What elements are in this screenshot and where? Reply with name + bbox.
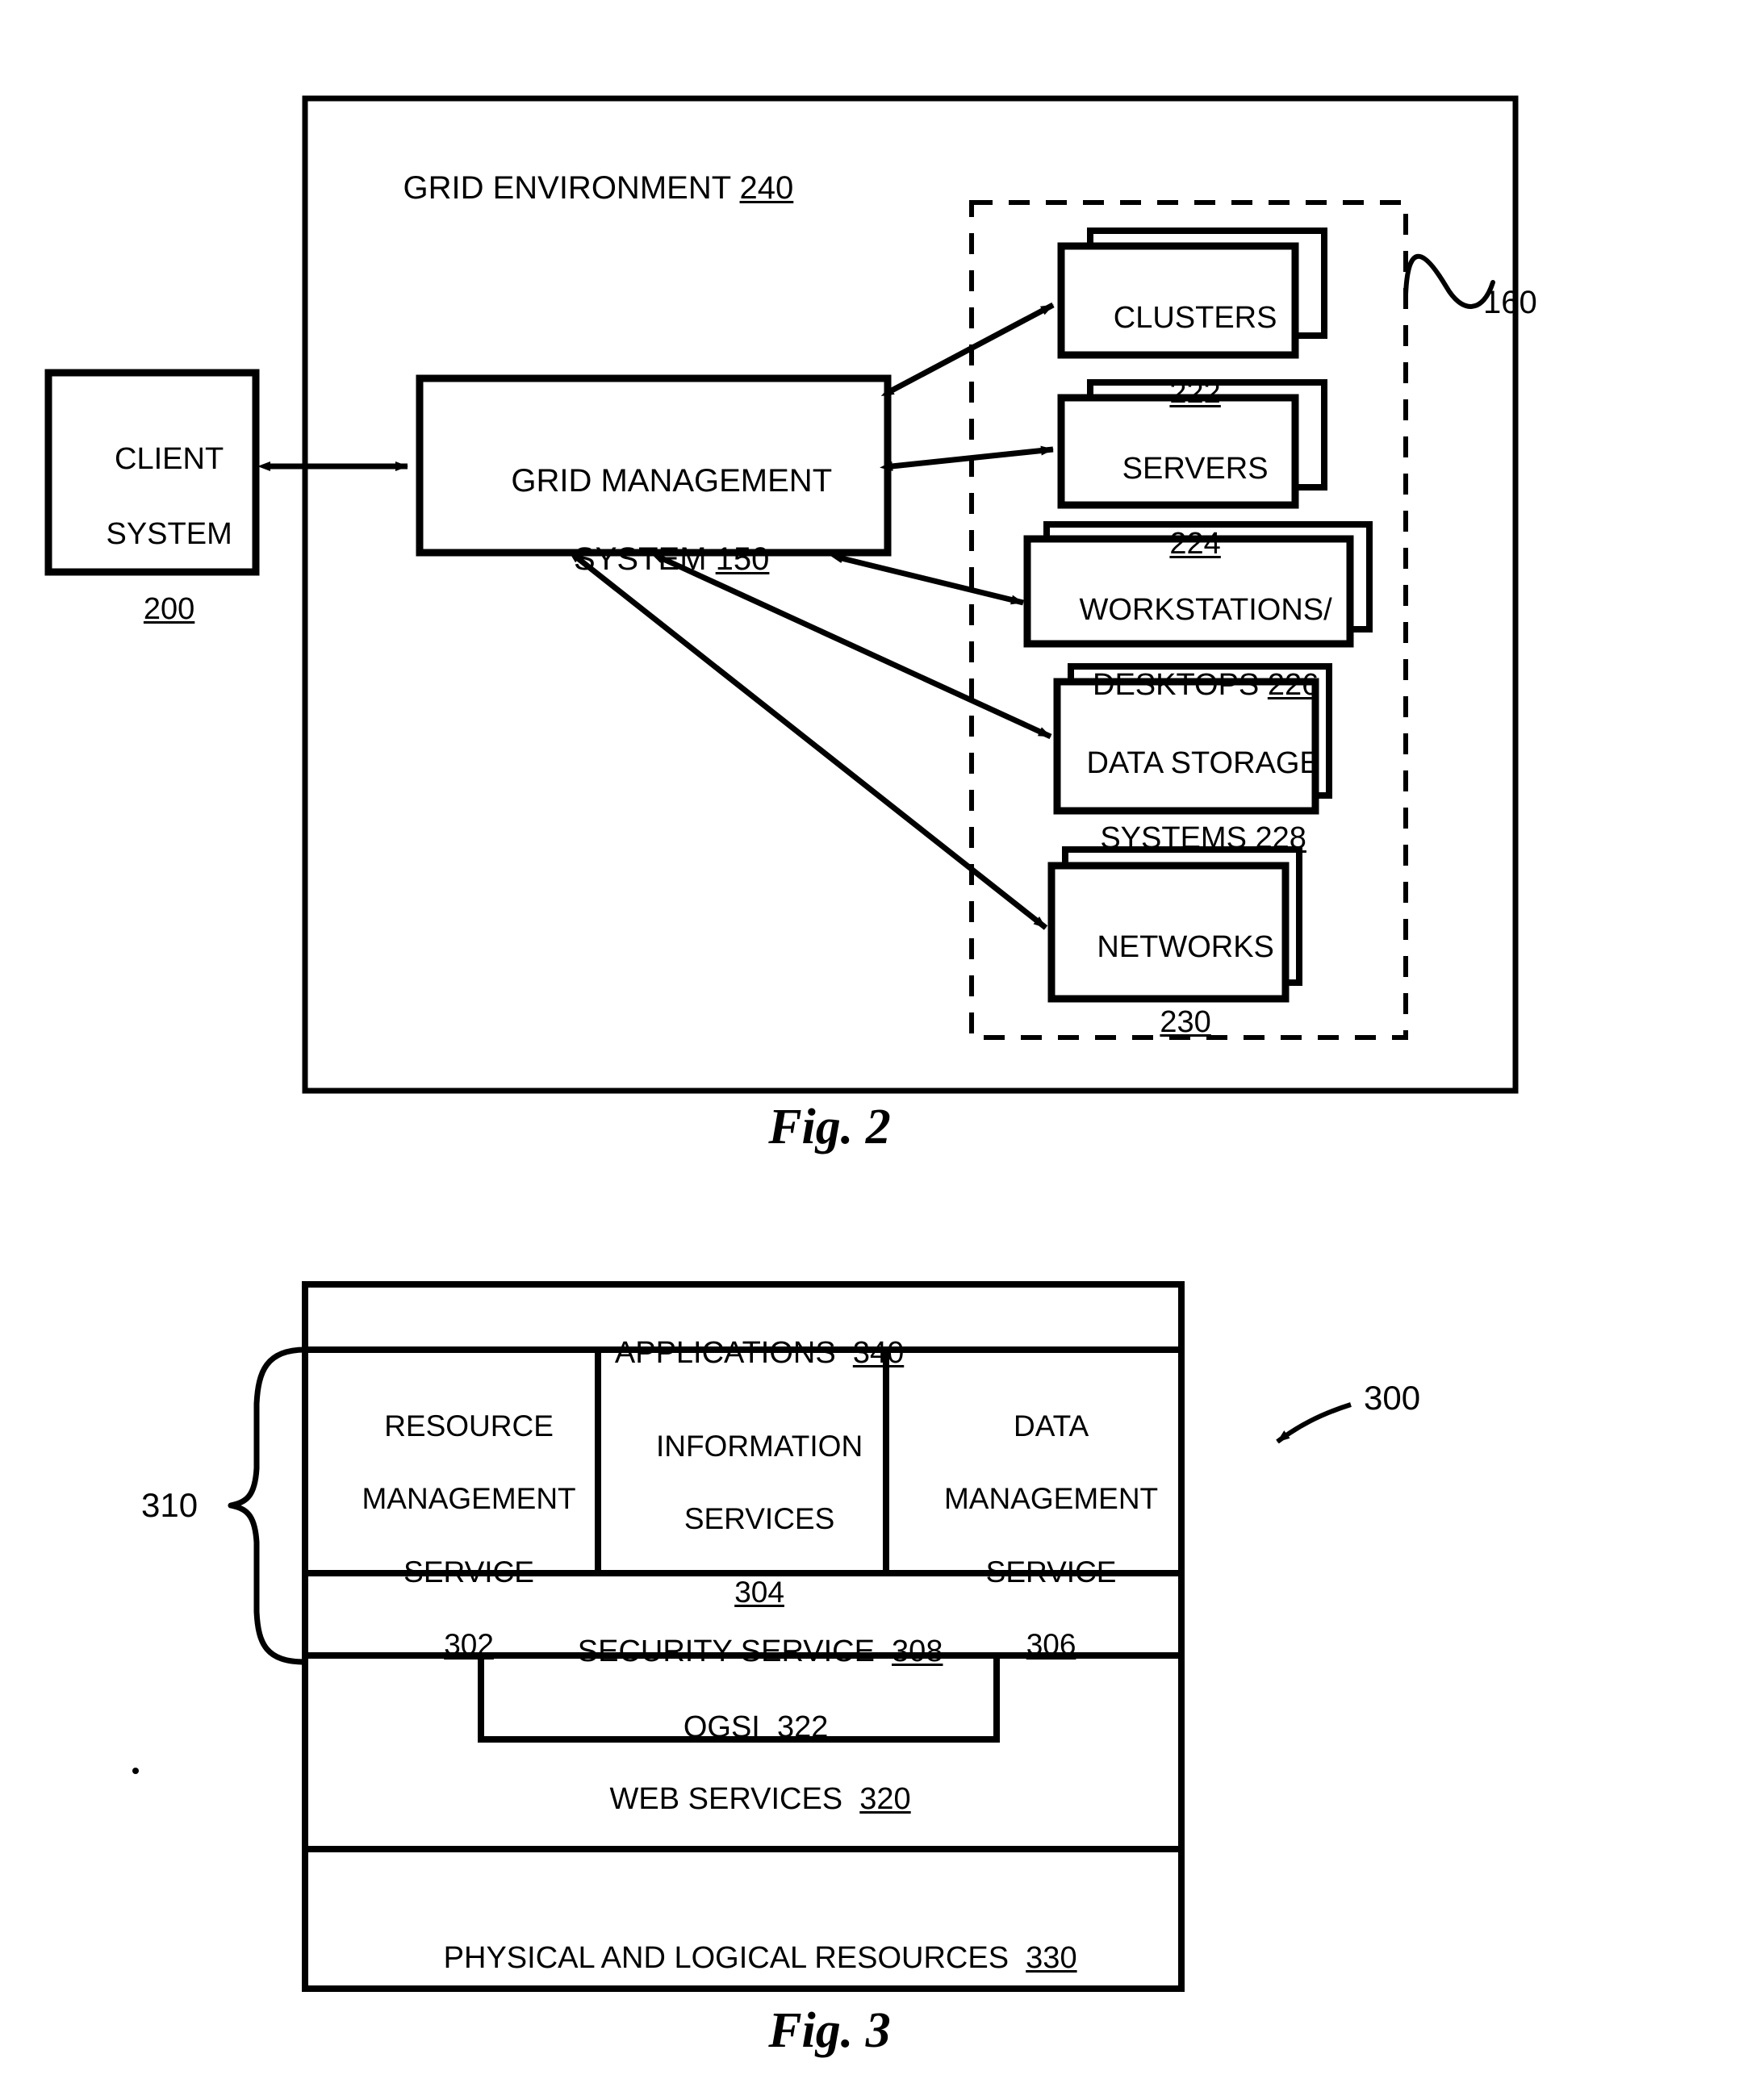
physical-ref: 330 xyxy=(1026,1941,1077,1976)
ogsi-ref: 322 xyxy=(776,1710,829,1745)
info-line1: INFORMATION xyxy=(655,1430,863,1463)
grid-environment-title: GRID ENVIRONMENT 240 xyxy=(367,129,793,247)
workstations-ref: 226 xyxy=(1267,668,1319,703)
grid-environment-label: GRID ENVIRONMENT xyxy=(403,169,731,206)
grid-management-system-text: GRID MANAGEMENT SYSTEM 150 xyxy=(420,422,888,619)
security-ref: 308 xyxy=(892,1634,943,1669)
workstations-line2: DESKTOPS xyxy=(1093,668,1260,703)
web-services-text: WEB SERVICES 320 xyxy=(305,1743,1181,1856)
client-system-ref: 200 xyxy=(143,591,195,626)
brace-310 xyxy=(228,1346,308,1665)
rms-line2: MANAGEMENT xyxy=(362,1482,576,1516)
patent-drawing-sheet: GRID ENVIRONMENT 240 CLIENT SYSTEM 200 G… xyxy=(0,0,1739,2100)
grid-environment-ref: 240 xyxy=(739,169,794,206)
info-line2: SERVICES xyxy=(683,1502,835,1536)
gms-line1: GRID MANAGEMENT xyxy=(511,462,833,499)
networks-label: NETWORKS xyxy=(1097,930,1274,965)
arrow-gms-clusters xyxy=(880,302,1055,397)
workstations-line1: WORKSTATIONS/ xyxy=(1079,593,1332,628)
dms-line2: MANAGEMENT xyxy=(943,1482,1159,1516)
rms-line1: RESOURCE xyxy=(384,1409,554,1443)
physical-resources-text: PHYSICAL AND LOGICAL RESOURCES 330 xyxy=(305,1902,1181,2014)
fig2-caption: Fig. 2 xyxy=(768,1100,891,1154)
networks-text: NETWORKS 230 xyxy=(1051,891,1285,1079)
rms-line3: SERVICE xyxy=(403,1555,534,1589)
clusters-label: CLUSTERS xyxy=(1113,301,1277,336)
fig3-caption: Fig. 3 xyxy=(768,2003,891,2058)
web-services-label: WEB SERVICES xyxy=(609,1782,843,1817)
applications-label: APPLICATIONS xyxy=(614,1336,836,1371)
security-label: SECURITY SERVICE xyxy=(577,1634,875,1669)
web-services-ref: 320 xyxy=(859,1782,911,1817)
ogsi-label: OGSI xyxy=(683,1710,760,1745)
dms-line1: DATA xyxy=(1013,1409,1089,1443)
client-system-line1: CLIENT xyxy=(115,442,224,477)
data-storage-line1: DATA STORAGE xyxy=(1086,746,1320,781)
boundary-ref-160: 160 xyxy=(1483,285,1537,320)
applications-ref: 340 xyxy=(852,1336,905,1371)
client-system-line2: SYSTEM xyxy=(106,517,232,552)
scan-speck xyxy=(132,1768,139,1774)
networks-ref: 230 xyxy=(1160,1005,1211,1040)
gms-line2: SYSTEM xyxy=(574,541,707,578)
arrow-gms-servers xyxy=(880,445,1054,471)
brace-ref-310: 310 xyxy=(141,1486,199,1524)
gms-ref: 150 xyxy=(715,541,770,578)
dms-line3: SERVICE xyxy=(985,1555,1117,1589)
data-storage-ref: 228 xyxy=(1255,821,1306,856)
physical-label: PHYSICAL AND LOGICAL RESOURCES xyxy=(443,1941,1010,1976)
client-system-text: CLIENT SYSTEM 200 xyxy=(48,403,256,666)
clusters-ref: 222 xyxy=(1169,376,1221,411)
boundary-leader-160 xyxy=(1403,253,1495,309)
data-storage-text: DATA STORAGE SYSTEMS 228 xyxy=(1049,708,1323,895)
stack-ref-300: 300 xyxy=(1364,1379,1421,1417)
servers-label: SERVERS xyxy=(1122,452,1269,486)
data-storage-line2: SYSTEMS xyxy=(1100,821,1247,856)
stack-leader-300 xyxy=(1276,1402,1352,1444)
